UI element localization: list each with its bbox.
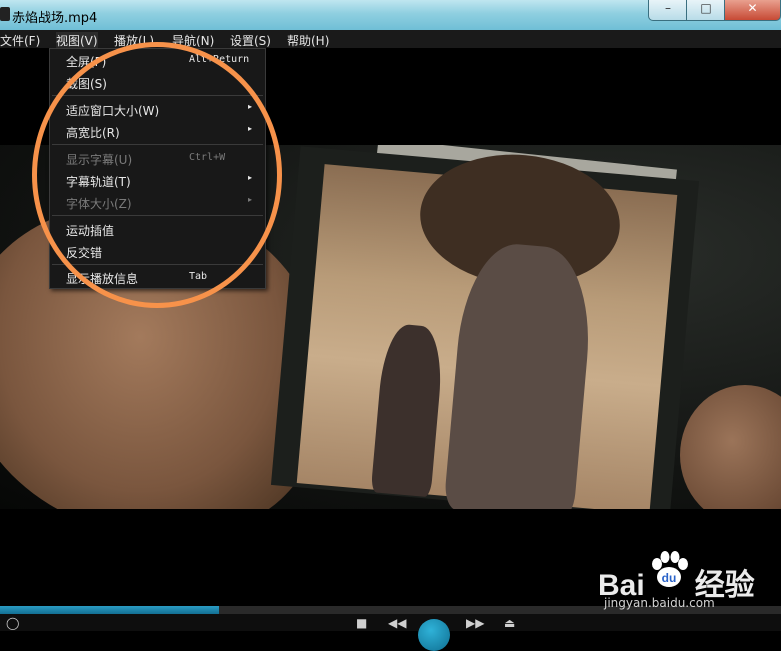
window-title: 赤焰战场.mp4 [12, 11, 98, 26]
submenu-arrow-icon: ▸ [248, 195, 253, 204]
menu-item-deinterlace[interactable]: 反交错 [50, 240, 265, 262]
hand-right-shape [680, 385, 781, 509]
control-bar: ◯ ■ ◀◀ ▶▶ ⏏ [0, 614, 781, 651]
menu-item-aspect-ratio[interactable]: 高宽比(R) ▸ [50, 120, 265, 142]
menu-item-fullscreen[interactable]: 全屏(F) Alt+Return [50, 49, 265, 71]
menu-separator [52, 264, 263, 265]
menu-play[interactable]: 播放(L) [114, 32, 154, 49]
menu-item-shortcut: Ctrl+W [189, 152, 226, 163]
menu-item-show-playback-info[interactable]: 显示播放信息 Tab [50, 266, 265, 288]
minimize-icon: – [665, 1, 671, 15]
menu-item-show-subtitles: 显示字幕(U) Ctrl+W [50, 147, 265, 169]
maximize-button[interactable]: □ [686, 0, 726, 21]
menu-item-subtitle-track[interactable]: 字幕轨道(T) ▸ [50, 169, 265, 191]
menu-view[interactable]: 视图(V) [56, 32, 98, 49]
menu-item-label: 适应窗口大小(W) [66, 104, 160, 118]
play-button[interactable] [418, 619, 450, 651]
menu-item-label: 显示播放信息 [66, 272, 139, 286]
menu-item-label: 截图(S) [66, 77, 107, 91]
menu-separator [52, 215, 263, 216]
submenu-arrow-icon: ▸ [248, 102, 253, 111]
menu-item-shortcut: Tab [189, 271, 208, 282]
stop-icon[interactable]: ■ [356, 616, 367, 630]
view-menu-popup: 全屏(F) Alt+Return 截图(S) 适应窗口大小(W) ▸ 高宽比(R… [49, 48, 266, 289]
menu-item-label: 显示字幕(U) [66, 153, 133, 167]
menu-settings[interactable]: 设置(S) [230, 32, 271, 49]
menu-item-label: 反交错 [66, 246, 103, 260]
volume-icon[interactable]: ◯ [6, 616, 19, 630]
submenu-arrow-icon: ▸ [248, 173, 253, 182]
menu-item-fit-window[interactable]: 适应窗口大小(W) ▸ [50, 98, 265, 120]
previous-icon[interactable]: ◀◀ [388, 616, 406, 630]
next-icon[interactable]: ▶▶ [466, 616, 484, 630]
menu-separator [52, 95, 263, 96]
title-bar: 赤焰战场.mp4 – □ ✕ [0, 0, 781, 31]
menu-item-label: 全屏(F) [66, 55, 107, 69]
watermark-url: jingyan.baidu.com [604, 596, 715, 610]
maximize-icon: □ [700, 1, 712, 15]
menu-item-font-size: 字体大小(Z) ▸ [50, 191, 265, 213]
menu-item-label: 运动插值 [66, 224, 115, 238]
menu-item-screenshot[interactable]: 截图(S) [50, 71, 265, 93]
menu-navigate[interactable]: 导航(N) [172, 32, 214, 49]
app-icon [0, 7, 10, 21]
menu-item-label: 字幕轨道(T) [66, 175, 131, 189]
submenu-arrow-icon: ▸ [248, 124, 253, 133]
menu-item-label: 字体大小(Z) [66, 197, 132, 211]
minimize-button[interactable]: – [648, 0, 688, 21]
menu-file[interactable]: 文件(F) [0, 32, 40, 49]
close-icon: ✕ [747, 1, 758, 15]
menu-help[interactable]: 帮助(H) [287, 32, 329, 49]
menu-bar: 文件(F) 视图(V) 播放(L) 导航(N) 设置(S) 帮助(H) [0, 30, 781, 49]
menu-item-shortcut: Alt+Return [189, 54, 250, 65]
menu-item-motion-interpolation[interactable]: 运动插值 [50, 218, 265, 240]
open-icon[interactable]: ⏏ [504, 616, 515, 630]
menu-separator [52, 144, 263, 145]
menu-item-label: 高宽比(R) [66, 126, 120, 140]
close-button[interactable]: ✕ [724, 0, 781, 21]
seek-bar-fill [0, 606, 219, 614]
